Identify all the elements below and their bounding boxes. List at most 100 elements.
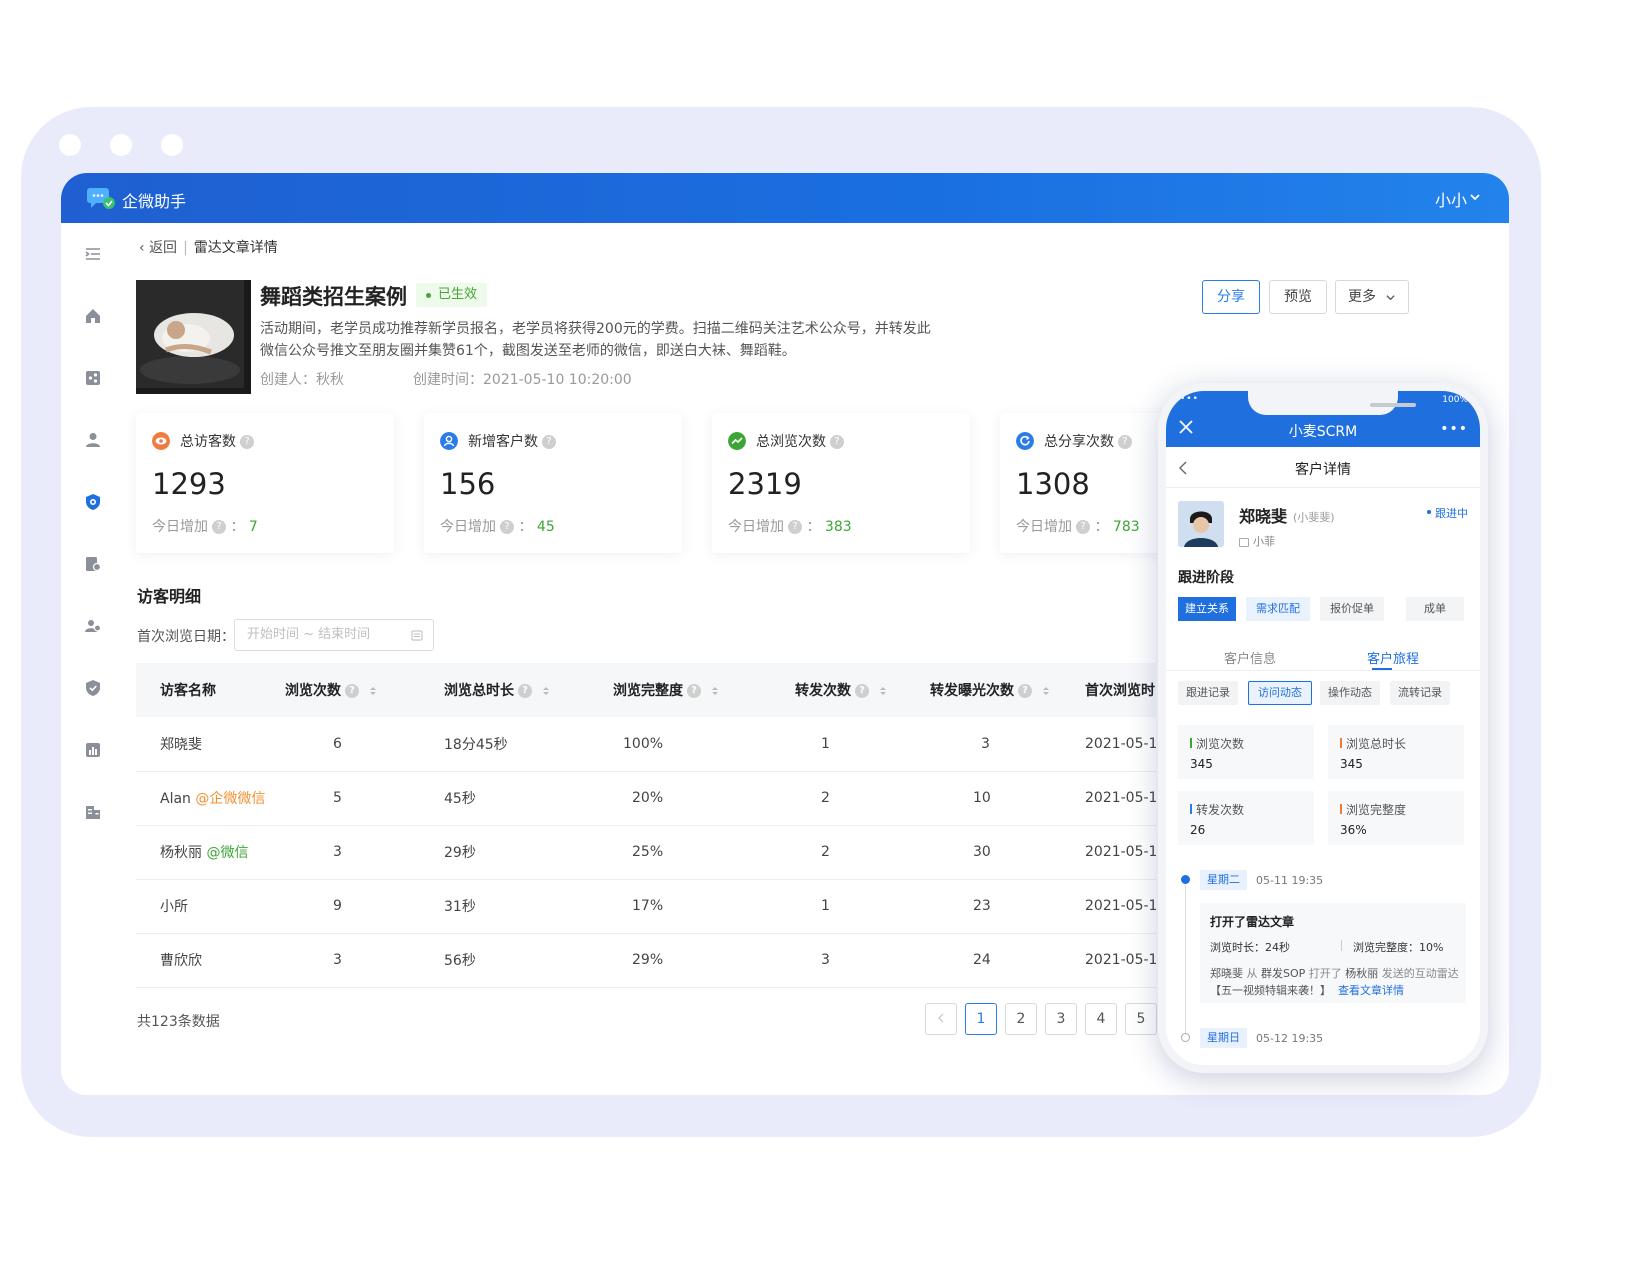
- phone-app-title: 小麦SCRM: [1288, 424, 1358, 440]
- sort-icon[interactable]: [542, 685, 550, 697]
- metric-label: 转发次数: [1196, 803, 1245, 817]
- cell-first-view: 2021-05-12: [1061, 717, 1156, 772]
- stage-quote[interactable]: 报价促单: [1320, 597, 1384, 621]
- file-user-icon[interactable]: [84, 555, 102, 573]
- help-icon[interactable]: ?: [1118, 435, 1132, 449]
- eye-icon: [152, 432, 170, 450]
- event-duration: 浏览时长：24秒: [1210, 941, 1290, 954]
- tab-customer-journey[interactable]: 客户旅程: [1367, 648, 1419, 667]
- chat-logo-icon: [87, 188, 115, 209]
- stage-deal[interactable]: 成单: [1406, 597, 1464, 621]
- column-header-views[interactable]: 浏览次数?: [261, 663, 420, 717]
- page-button-3[interactable]: 3: [1045, 1003, 1077, 1035]
- article-cover-image: [136, 280, 251, 394]
- customer-avatar-icon: [1178, 501, 1224, 547]
- column-header-duration[interactable]: 浏览总时长?: [420, 663, 589, 717]
- share-icon[interactable]: [84, 369, 102, 387]
- help-icon[interactable]: ?: [500, 520, 514, 534]
- sort-icon[interactable]: [711, 685, 719, 697]
- prev-page-button[interactable]: [925, 1003, 957, 1035]
- user-menu[interactable]: 小小: [1435, 187, 1467, 211]
- metric-label: 浏览完整度: [1346, 803, 1407, 817]
- breadcrumb: ‹ 返回 | 雷达文章详情: [139, 240, 278, 256]
- visitor-name: 曹欣欣: [136, 933, 261, 988]
- stage-build-relation[interactable]: 建立关系: [1178, 597, 1236, 621]
- menu-collapse-icon[interactable]: [84, 245, 102, 263]
- cell-views: 9: [261, 879, 420, 934]
- stat-label: 总分享次数?: [1044, 431, 1132, 451]
- home-icon[interactable]: [84, 307, 102, 325]
- cell-exposure: 23: [906, 879, 1061, 934]
- table-row[interactable]: 小所 9 31秒 17% 1 23 2021-05-12: [136, 879, 1156, 934]
- back-link[interactable]: ‹ 返回: [139, 240, 177, 256]
- help-icon[interactable]: ?: [855, 684, 869, 698]
- help-icon[interactable]: ?: [1076, 520, 1090, 534]
- customer-owner: 小菲: [1239, 533, 1275, 549]
- help-icon[interactable]: ?: [830, 435, 844, 449]
- metric-label: 浏览总时长: [1346, 737, 1407, 751]
- column-header-forwards[interactable]: 转发次数?: [771, 663, 906, 717]
- phone-notch: [1248, 391, 1416, 415]
- more-menu-icon[interactable]: •••: [1440, 421, 1468, 437]
- table-row[interactable]: 郑晓斐 6 18分45秒 100% 1 3 2021-05-12: [136, 717, 1156, 772]
- view-article-link[interactable]: 查看文章详情: [1338, 984, 1404, 997]
- building-icon[interactable]: [84, 803, 102, 821]
- stage-need-match[interactable]: 需求匹配: [1246, 597, 1310, 621]
- tab-customer-info[interactable]: 客户信息: [1224, 648, 1276, 667]
- chevron-down-icon[interactable]: [1469, 191, 1481, 203]
- cell-forwards: 1: [771, 717, 906, 772]
- help-icon[interactable]: ?: [212, 520, 226, 534]
- help-icon[interactable]: ?: [788, 520, 802, 534]
- share-button[interactable]: 分享: [1202, 280, 1260, 314]
- stat-today: 今日增加? ： 783: [1016, 519, 1140, 535]
- sort-icon[interactable]: [1042, 685, 1050, 697]
- chip-visit-activity[interactable]: 访问动态: [1248, 681, 1312, 705]
- chart-icon[interactable]: [84, 741, 102, 759]
- chip-transfer-record[interactable]: 流转记录: [1390, 681, 1450, 705]
- cell-exposure: 10: [906, 771, 1061, 826]
- cell-views: 6: [261, 717, 420, 772]
- cell-duration: 18分45秒: [420, 717, 589, 772]
- help-icon[interactable]: ?: [542, 435, 556, 449]
- total-count: 共123条数据: [137, 1014, 220, 1030]
- cell-views: 5: [261, 771, 420, 826]
- event-time: 05-12 19:35: [1256, 1032, 1324, 1045]
- page-button-5[interactable]: 5: [1125, 1003, 1157, 1035]
- sort-icon[interactable]: [369, 685, 377, 697]
- sort-icon[interactable]: [879, 685, 887, 697]
- table-row[interactable]: 杨秋丽 @微信 3 29秒 25% 2 30 2021-05-12: [136, 825, 1156, 880]
- date-range-input[interactable]: 开始时间 ~ 结束时间: [234, 619, 434, 651]
- stat-label: 总浏览次数?: [756, 431, 844, 451]
- stat-card-new-customers: 新增客户数? 156 今日增加? ： 45: [424, 413, 682, 553]
- shield-icon[interactable]: [84, 679, 102, 697]
- day-badge: 星期二: [1200, 870, 1247, 890]
- help-icon[interactable]: ?: [687, 684, 701, 698]
- cell-completion: 29%: [589, 933, 771, 988]
- column-header-first-view[interactable]: 首次浏览时间: [1061, 663, 1156, 717]
- radar-icon[interactable]: [84, 493, 102, 511]
- metric-accent-bar: [1190, 738, 1192, 748]
- table-row[interactable]: 曹欣欣 3 56秒 29% 3 24 2021-05-12: [136, 933, 1156, 988]
- help-icon[interactable]: ?: [345, 684, 359, 698]
- help-icon[interactable]: ?: [240, 435, 254, 449]
- table-row[interactable]: Alan @企微微信 5 45秒 20% 2 10 2021-05-12: [136, 771, 1156, 826]
- preview-button[interactable]: 预览: [1269, 280, 1327, 314]
- help-icon[interactable]: ?: [518, 684, 532, 698]
- page-button-4[interactable]: 4: [1085, 1003, 1117, 1035]
- group-icon[interactable]: [84, 617, 102, 635]
- page-button-2[interactable]: 2: [1005, 1003, 1037, 1035]
- metric-value: 36%: [1340, 823, 1367, 837]
- page-button-1[interactable]: 1: [965, 1003, 997, 1035]
- chip-follow-record[interactable]: 跟进记录: [1178, 681, 1238, 705]
- metric-value: 26: [1190, 823, 1206, 837]
- cell-first-view: 2021-05-12: [1061, 933, 1156, 988]
- cell-forwards: 3: [771, 933, 906, 988]
- column-header-exposure[interactable]: 转发曝光次数?: [906, 663, 1061, 717]
- column-header-completion[interactable]: 浏览完整度?: [589, 663, 771, 717]
- help-icon[interactable]: ?: [1018, 684, 1032, 698]
- chevron-down-icon: [1386, 295, 1395, 301]
- chevron-left-icon: [938, 1013, 944, 1023]
- chip-operation-activity[interactable]: 操作动态: [1320, 681, 1380, 705]
- customer-icon[interactable]: [84, 431, 102, 449]
- more-button[interactable]: 更多: [1335, 280, 1409, 314]
